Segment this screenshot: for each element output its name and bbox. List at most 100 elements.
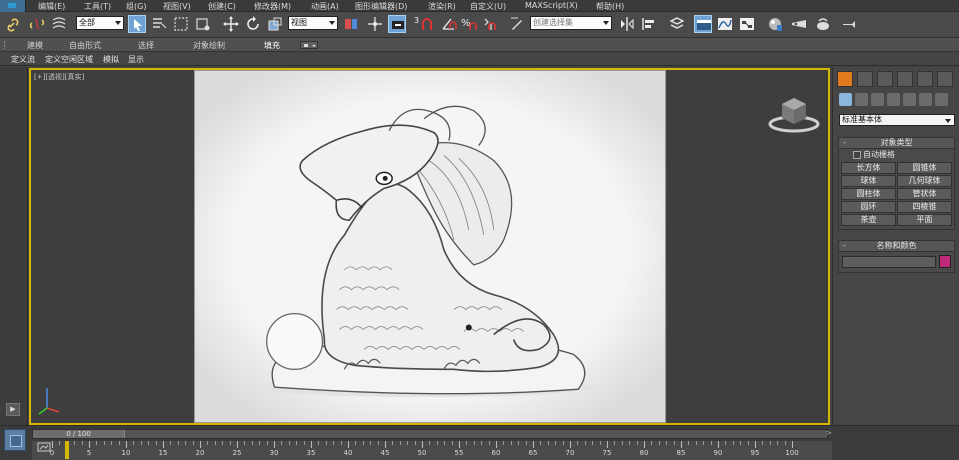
name-color-header[interactable]: - 名称和颜色 bbox=[839, 241, 954, 252]
primitive-category-dropdown[interactable]: 标准基本体 bbox=[839, 114, 955, 126]
utilities-tab-icon[interactable] bbox=[937, 71, 953, 87]
mini-listener-button[interactable] bbox=[4, 429, 26, 451]
timeline-tick bbox=[237, 441, 238, 448]
align-icon[interactable] bbox=[640, 15, 658, 33]
sphere-button[interactable]: 球体 bbox=[841, 175, 896, 187]
time-slider-thumb[interactable]: 0 / 100 bbox=[33, 430, 125, 438]
select-rotate-icon[interactable] bbox=[244, 15, 262, 33]
torus-button[interactable]: 圆环 bbox=[841, 201, 896, 213]
cylinder-button[interactable]: 圆柱体 bbox=[841, 188, 896, 200]
time-slider[interactable]: 0 / 100 bbox=[32, 429, 828, 439]
curve-editor-icon[interactable] bbox=[716, 15, 734, 33]
selection-filter-dropdown[interactable]: 全部 bbox=[76, 16, 124, 30]
shapes-icon[interactable] bbox=[855, 93, 868, 106]
unlink-icon[interactable] bbox=[28, 15, 46, 33]
systems-icon[interactable] bbox=[935, 93, 948, 106]
track-bar[interactable]: 0 5 10 15 20 25 30 35 40 45 50 55 60 65 70 75 80 85 90 95 10… bbox=[32, 441, 832, 460]
bind-spacewarp-icon[interactable] bbox=[50, 15, 68, 33]
select-object-icon[interactable] bbox=[128, 15, 146, 33]
helpers-icon[interactable] bbox=[903, 93, 916, 106]
perspective-viewport[interactable]: [+][透视][真实] bbox=[29, 68, 830, 425]
percent-snap-icon[interactable]: % bbox=[460, 15, 478, 33]
mirror-icon[interactable] bbox=[618, 15, 636, 33]
subtab-simulate[interactable]: 模拟 bbox=[103, 54, 119, 65]
angle-snap-icon[interactable] bbox=[440, 15, 458, 33]
ribbon-tab-modeling[interactable]: 建模 bbox=[27, 40, 43, 51]
current-frame-marker[interactable] bbox=[65, 441, 69, 459]
menu-graph-editors[interactable]: 图形编辑器(D) bbox=[355, 1, 407, 12]
render-setup-icon[interactable] bbox=[790, 15, 808, 33]
named-selection-dropdown[interactable]: 创建选择集 bbox=[530, 16, 612, 30]
curve-editor-open-icon[interactable] bbox=[37, 442, 51, 452]
plane-button[interactable]: 平面 bbox=[897, 214, 952, 226]
ribbon-tab-freeform[interactable]: 自由形式 bbox=[69, 40, 101, 51]
pivot-center-icon[interactable] bbox=[342, 15, 360, 33]
hierarchy-tab-icon[interactable] bbox=[877, 71, 893, 87]
display-tab-icon[interactable] bbox=[917, 71, 933, 87]
pyramid-button[interactable]: 四棱锥 bbox=[897, 201, 952, 213]
expand-ribbon-button[interactable]: ▶ bbox=[6, 403, 20, 416]
subtab-define-flows[interactable]: 定义流 bbox=[11, 54, 35, 65]
material-editor-icon[interactable] bbox=[766, 15, 784, 33]
menu-customize[interactable]: 自定义(U) bbox=[470, 1, 506, 12]
viewcube-icon[interactable] bbox=[764, 92, 824, 134]
autogrid-checkbox[interactable]: 自动栅格 bbox=[839, 149, 954, 161]
motion-tab-icon[interactable] bbox=[897, 71, 913, 87]
edit-named-selection-icon[interactable] bbox=[508, 15, 526, 33]
menu-maxscript[interactable]: MAXScript(X) bbox=[525, 1, 578, 10]
subtab-display[interactable]: 显示 bbox=[128, 54, 144, 65]
object-type-header[interactable]: - 对象类型 bbox=[839, 138, 954, 149]
schematic-view-icon[interactable] bbox=[738, 15, 756, 33]
object-color-swatch[interactable] bbox=[939, 255, 951, 268]
rect-selection-region-icon[interactable] bbox=[172, 15, 190, 33]
modify-tab-icon[interactable] bbox=[857, 71, 873, 87]
ribbon-tab-object-paint[interactable]: 对象绘制 bbox=[193, 40, 225, 51]
keyboard-shortcut-override-icon[interactable] bbox=[388, 15, 406, 33]
spinner-snap-icon[interactable] bbox=[480, 15, 498, 33]
subtab-define-idle-areas[interactable]: 定义空闲区域 bbox=[45, 54, 93, 65]
teapot-button[interactable]: 茶壶 bbox=[841, 214, 896, 226]
select-move-icon[interactable] bbox=[222, 15, 240, 33]
space-warps-icon[interactable] bbox=[919, 93, 932, 106]
menu-tools[interactable]: 工具(T) bbox=[84, 1, 111, 12]
reference-coord-dropdown[interactable]: 视图 bbox=[288, 16, 338, 30]
menu-animation[interactable]: 动画(A) bbox=[311, 1, 339, 12]
menu-modifiers[interactable]: 修改器(M) bbox=[254, 1, 291, 12]
tube-button[interactable]: 管状体 bbox=[897, 188, 952, 200]
select-manipulate-icon[interactable] bbox=[366, 15, 384, 33]
ribbon-options-button[interactable] bbox=[300, 41, 318, 49]
create-tab-icon[interactable] bbox=[837, 71, 853, 87]
ribbon-tab-populate[interactable]: 填充 bbox=[264, 40, 280, 51]
next-frame-icon[interactable]: > bbox=[826, 429, 832, 437]
menu-help[interactable]: 帮助(H) bbox=[596, 1, 624, 12]
app-logo-button[interactable] bbox=[0, 0, 26, 12]
graphite-ribbon-icon[interactable] bbox=[694, 15, 712, 33]
window-crossing-icon[interactable] bbox=[194, 15, 212, 33]
select-scale-icon[interactable] bbox=[266, 15, 284, 33]
timeline-tick bbox=[792, 441, 793, 448]
menu-edit[interactable]: 编辑(E) bbox=[38, 1, 65, 12]
cone-button[interactable]: 圆锥体 bbox=[897, 162, 952, 174]
menu-group[interactable]: 组(G) bbox=[126, 1, 146, 12]
box-button[interactable]: 长方体 bbox=[841, 162, 896, 174]
ribbon-tab-selection[interactable]: 选择 bbox=[138, 40, 154, 51]
timeline-tick-label: 60 bbox=[491, 449, 501, 457]
snap-toggle-icon[interactable] bbox=[420, 15, 438, 33]
ribbon-grip-icon[interactable] bbox=[4, 41, 8, 49]
timeline-tick bbox=[192, 441, 194, 445]
render-frame-icon[interactable] bbox=[814, 15, 832, 33]
menu-rendering[interactable]: 渲染(R) bbox=[428, 1, 456, 12]
geosphere-button[interactable]: 几何球体 bbox=[897, 175, 952, 187]
geometry-icon[interactable] bbox=[839, 93, 852, 106]
render-production-icon[interactable] bbox=[840, 15, 858, 33]
cameras-icon[interactable] bbox=[887, 93, 900, 106]
menu-views[interactable]: 视图(V) bbox=[163, 1, 191, 12]
layer-manager-icon[interactable] bbox=[668, 15, 686, 33]
select-by-name-icon[interactable] bbox=[150, 15, 168, 33]
menu-create[interactable]: 创建(C) bbox=[208, 1, 236, 12]
ribbon-subtabs: 定义流 定义空闲区域 模拟 显示 bbox=[0, 53, 959, 66]
viewport-label-menu[interactable]: [+][透视][真实] bbox=[34, 72, 84, 82]
link-icon[interactable] bbox=[6, 15, 24, 33]
object-name-input[interactable] bbox=[842, 256, 936, 268]
lights-icon[interactable] bbox=[871, 93, 884, 106]
